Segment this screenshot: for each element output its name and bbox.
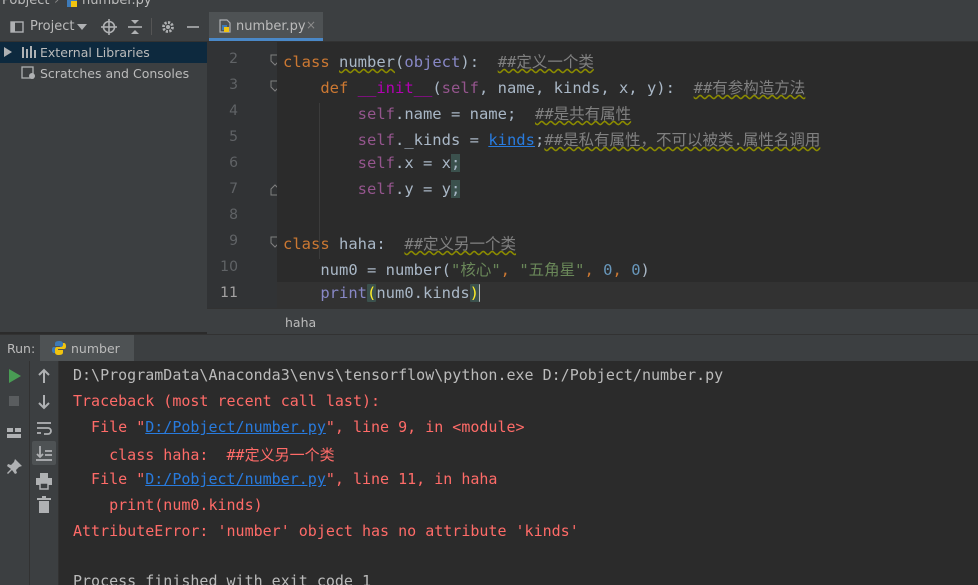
locate-icon[interactable] [101,19,117,35]
print-icon[interactable] [34,471,54,491]
run-tab-label: number [71,341,120,356]
project-tree: External Libraries Scratches and Console… [0,42,207,332]
file-link[interactable]: D:/Pobject/number.py [145,418,326,436]
run-console[interactable]: D:\ProgramData\Anaconda3\envs\tensorflow… [59,361,978,585]
project-view-title[interactable]: Project [30,19,74,34]
tree-item-external-libraries[interactable]: External Libraries [0,42,207,63]
file-link[interactable]: D:/Pobject/number.py [145,470,326,488]
editor-gutter: 2 3 4 5 6 7 8 9 10 11 [207,42,280,308]
code-line-3: def __init__(self, name, kinds, x, y): #… [320,79,806,97]
tree-item-label: Scratches and Consoles [40,66,190,81]
run-tool-bar: Run: number [0,334,978,362]
code-editor[interactable]: class number(object): ##定义一个类 def __init… [277,42,978,308]
line-number: 3 [229,77,238,93]
console-actions-toolbar [30,361,59,585]
collapse-icon[interactable] [127,19,143,35]
code-line-11: print(num0.kinds) [320,284,481,302]
python-icon [52,341,66,355]
up-icon[interactable] [34,366,54,386]
code-line-9: class haha: ##定义另一个类 [283,235,517,253]
code-line-6: self.x = x; [357,154,461,172]
editor-breadcrumb: haha [207,308,978,335]
kinds-link[interactable]: kinds [488,131,535,149]
code-line-10: num0 = number("核心", "五角星", 0, 0) [320,261,650,279]
console-error: AttributeError: 'number' object has no a… [73,522,579,540]
tab-label: number.py [236,19,306,34]
python-file-icon [219,19,231,33]
console-frame-1: File "D:/Pobject/number.py", line 9, in … [73,418,525,436]
console-source-2: print(num0.kinds) [73,496,263,514]
breadcrumb-project[interactable]: Pobject [2,0,49,8]
scroll-end-toggle[interactable] [32,441,56,465]
breadcrumb-sep: › [54,0,60,8]
console-traceback: Traceback (most recent call last): [73,392,381,410]
breadcrumb-class-haha[interactable]: haha [285,315,316,330]
console-frame-2: File "D:/Pobject/number.py", line 11, in… [73,470,498,488]
run-icon[interactable] [4,366,24,386]
line-number-current: 11 [220,285,238,301]
line-number: 9 [229,233,238,249]
toolbar-divider [151,18,152,35]
pin-icon[interactable] [4,457,24,477]
tab-number-py[interactable]: number.py × [209,12,323,41]
line-number: 6 [229,155,238,171]
minimize-icon[interactable] [186,20,200,34]
code-line-7: self.y = y; [357,180,461,198]
layout-icon[interactable] [4,423,24,443]
tree-item-label: External Libraries [40,45,150,60]
code-line-2: class number(object): ##定义一个类 [283,53,594,71]
down-icon[interactable] [34,392,54,412]
console-exit: Process finished with exit code 1 [73,572,372,585]
editor-tab-bar: number.py × [207,12,978,42]
run-actions-toolbar [0,361,30,585]
line-number: 5 [229,129,238,145]
scroll-end-icon [36,446,52,461]
line-number: 7 [229,181,238,197]
run-tab-number[interactable]: number [40,335,134,361]
line-number: 10 [220,259,238,275]
code-line-5: self._kinds = kinds;##是私有属性，不可以被类.属性名调用 [357,131,821,149]
title-bar: Pobject › number.py [0,0,978,12]
line-number: 4 [229,103,238,119]
python-file-icon [67,0,77,7]
console-source-1: class haha: ##定义另一个类 [73,446,335,464]
dropdown-icon[interactable] [77,24,87,32]
line-number: 2 [229,51,238,67]
project-icon [10,21,24,33]
tree-item-scratches[interactable]: Scratches and Consoles [0,63,207,84]
close-icon[interactable]: × [306,18,316,32]
console-command: D:\ProgramData\Anaconda3\envs\tensorflow… [73,366,724,384]
gear-icon[interactable] [160,19,176,35]
soft-wrap-icon[interactable] [34,418,54,438]
project-toolbar: Project [0,12,207,42]
line-number: 8 [229,207,238,223]
scratches-icon [21,66,35,79]
breadcrumb-file[interactable]: number.py [82,0,152,8]
expand-arrow-icon[interactable] [4,47,12,57]
stop-icon[interactable] [4,391,24,411]
library-icon [22,46,36,58]
trash-icon[interactable] [34,495,54,515]
run-label: Run: [7,341,36,356]
code-line-4: self.name = name; ##是共有属性 [357,105,632,123]
